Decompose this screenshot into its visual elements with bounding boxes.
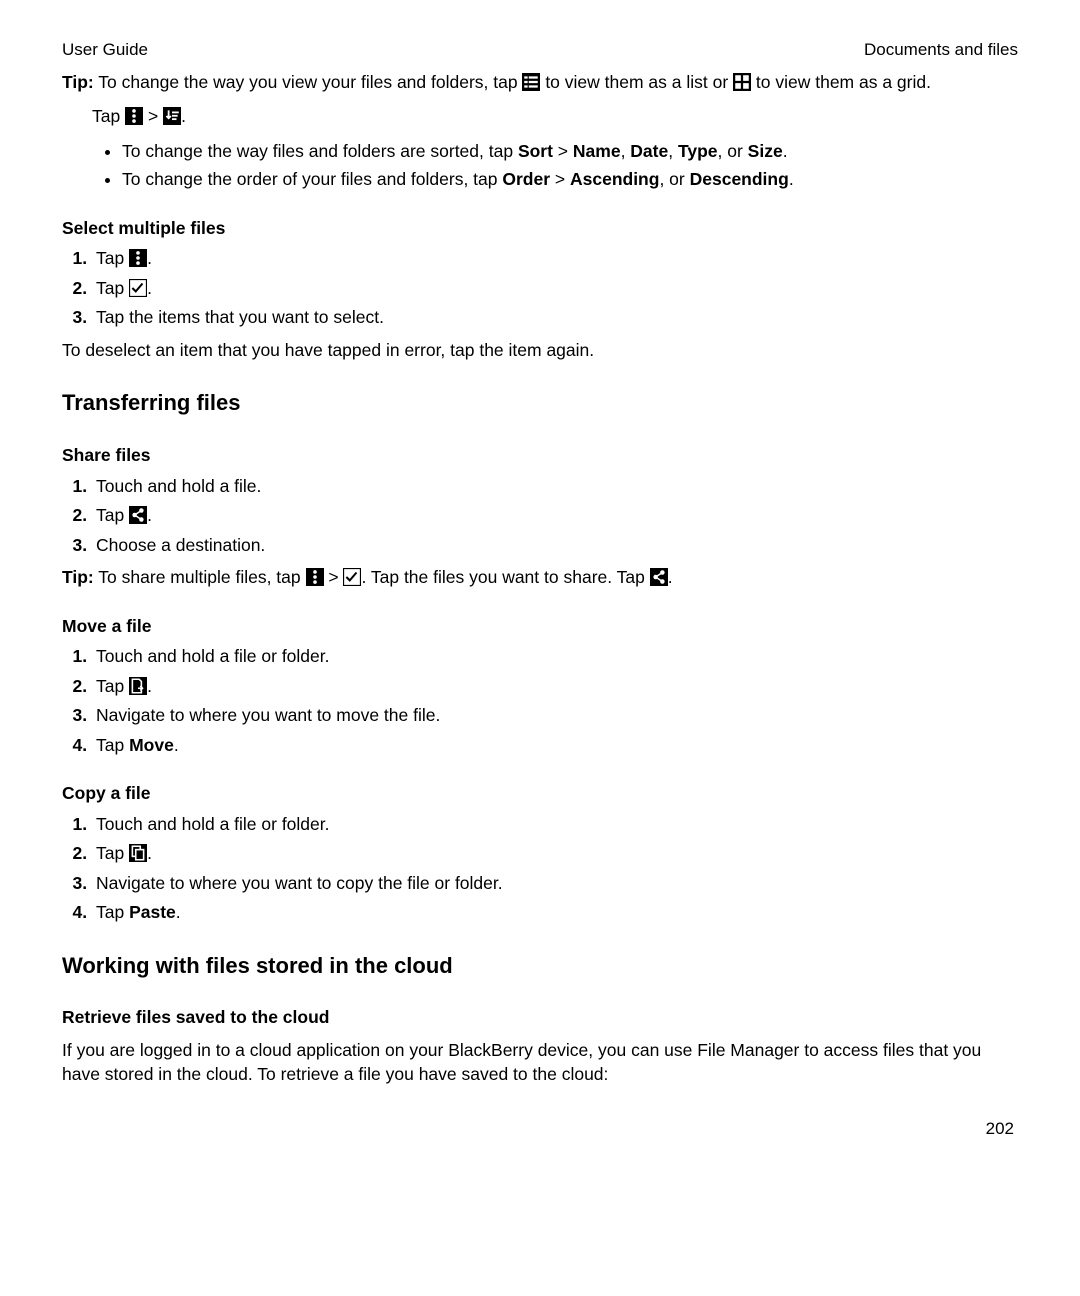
checkbox-icon (129, 279, 147, 297)
b2-gt: > (550, 169, 570, 189)
share2-dot: . (147, 505, 152, 525)
copy2-text: Tap (96, 843, 129, 863)
b2-asc: Ascending (570, 169, 659, 189)
heading-cloud: Working with files stored in the cloud (62, 951, 1018, 982)
tip-text-a: To change the way you view your files an… (94, 72, 523, 92)
more-icon (125, 107, 143, 125)
grid-view-icon (733, 73, 751, 91)
sel-step-3: Tap the items that you want to select. (92, 305, 1018, 330)
more-icon (129, 249, 147, 267)
copy-icon (129, 844, 147, 862)
share-step-3: Choose a destination. (92, 533, 1018, 558)
b1-a: To change the way files and folders are … (122, 141, 518, 161)
list-view-icon (522, 73, 540, 91)
sel2-dot: . (147, 278, 152, 298)
copy-step-2: Tap . (92, 841, 1018, 866)
sel-step-1: Tap . (92, 246, 1018, 271)
sel2-text: Tap (96, 278, 129, 298)
copy-step-3: Navigate to where you want to copy the f… (92, 871, 1018, 896)
b1-gt: > (553, 141, 573, 161)
share-icon (129, 506, 147, 524)
tip-view-modes: Tip: To change the way you view your fil… (62, 70, 1018, 95)
b1-name: Name (573, 141, 621, 161)
heading-retrieve-cloud: Retrieve files saved to the cloud (62, 1005, 1018, 1030)
share-tip: Tip: To share multiple files, tap > . Ta… (62, 565, 1018, 590)
tip-text-c: to view them as a grid. (751, 72, 931, 92)
share-tip-a: To share multiple files, tap (94, 567, 306, 587)
move2-dot: . (147, 676, 152, 696)
b1-sort: Sort (518, 141, 553, 161)
copy-step-4: Tap Paste. (92, 900, 1018, 925)
page-number: 202 (62, 1117, 1018, 1141)
b2-desc: Descending (690, 169, 789, 189)
bullet-sort: To change the way files and folders are … (122, 139, 1018, 164)
tip-label: Tip: (62, 72, 94, 92)
cloud-paragraph: If you are logged in to a cloud applicat… (62, 1038, 1018, 1087)
share2-text: Tap (96, 505, 129, 525)
b1-c3: , or (718, 141, 748, 161)
more-icon (306, 568, 324, 586)
sort-icon (163, 107, 181, 125)
heading-share: Share files (62, 443, 1018, 468)
sel1-dot: . (147, 248, 152, 268)
b2-order: Order (502, 169, 550, 189)
copy4-c: . (176, 902, 181, 922)
b1-date: Date (630, 141, 668, 161)
share-tip-dot: . (668, 567, 673, 587)
b2-c1: , or (659, 169, 689, 189)
checkbox-icon (343, 568, 361, 586)
move2-text: Tap (96, 676, 129, 696)
heading-copy: Copy a file (62, 781, 1018, 806)
move4-c: . (174, 735, 179, 755)
move-step-3: Navigate to where you want to move the f… (92, 703, 1018, 728)
tap-text: Tap (92, 106, 125, 126)
copy2-dot: . (147, 843, 152, 863)
share-step-2: Tap . (92, 503, 1018, 528)
sel-step-2: Tap . (92, 276, 1018, 301)
b1-dot: . (783, 141, 788, 161)
move4-a: Tap (96, 735, 129, 755)
b2-a: To change the order of your files and fo… (122, 169, 502, 189)
dot: . (181, 106, 186, 126)
bullet-order: To change the order of your files and fo… (122, 167, 1018, 192)
copy4-b: Paste (129, 902, 176, 922)
sel1-text: Tap (96, 248, 129, 268)
heading-move: Move a file (62, 614, 1018, 639)
header-left: User Guide (62, 38, 148, 62)
share-tip-b: . Tap the files you want to share. Tap (361, 567, 649, 587)
share-icon (650, 568, 668, 586)
share-tip-label: Tip: (62, 567, 94, 587)
move4-b: Move (129, 735, 174, 755)
b1-size: Size (748, 141, 783, 161)
tip-text-b: to view them as a list or (540, 72, 733, 92)
heading-select-multiple: Select multiple files (62, 216, 1018, 241)
heading-transferring: Transferring files (62, 388, 1018, 419)
share-tip-gt: > (324, 567, 344, 587)
copy-step-1: Touch and hold a file or folder. (92, 812, 1018, 837)
copy4-a: Tap (96, 902, 129, 922)
move-step-1: Touch and hold a file or folder. (92, 644, 1018, 669)
tap-sort-line: Tap > . (92, 104, 1018, 129)
move-icon (129, 677, 147, 695)
b2-dot: . (789, 169, 794, 189)
header-right: Documents and files (864, 38, 1018, 62)
deselect-note: To deselect an item that you have tapped… (62, 338, 1018, 363)
b1-c1: , (621, 141, 631, 161)
b1-type: Type (678, 141, 718, 161)
b1-c2: , (668, 141, 678, 161)
move-step-4: Tap Move. (92, 733, 1018, 758)
gt-sep: > (148, 106, 158, 126)
share-step-1: Touch and hold a file. (92, 474, 1018, 499)
move-step-2: Tap . (92, 674, 1018, 699)
